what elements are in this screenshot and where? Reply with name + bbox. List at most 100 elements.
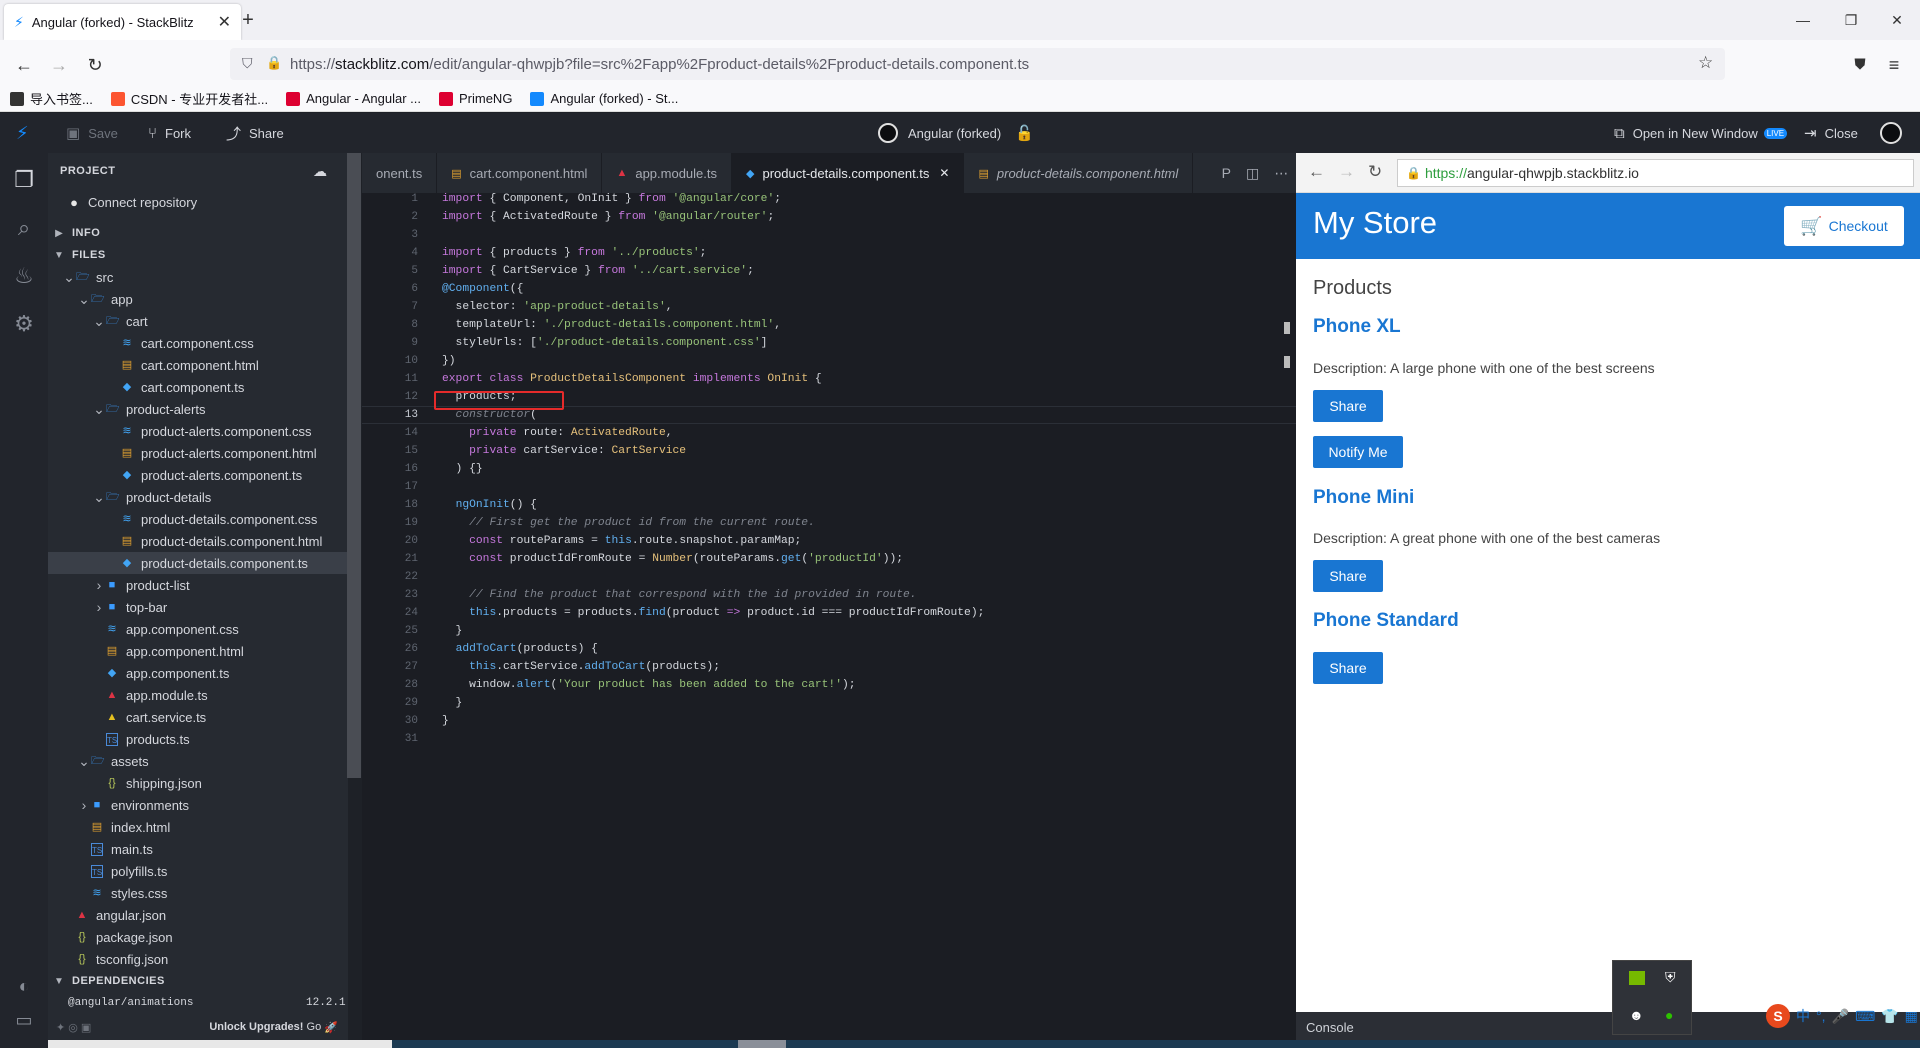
notify-me-button[interactable]: Notify Me <box>1313 436 1403 468</box>
file-tree-item[interactable]: ≋ product-alerts.component.css <box>48 420 348 442</box>
file-tree-item[interactable]: › ■ environments <box>48 794 348 816</box>
window-close-icon[interactable]: ✕ <box>1882 8 1912 32</box>
files-icon[interactable]: ❐ <box>0 160 48 200</box>
address-bar[interactable]: ⛉ 🔒 https://stackblitz.com/edit/angular-… <box>230 48 1725 80</box>
code-line[interactable]: templateUrl: './product-details.componen… <box>442 316 781 334</box>
code-line[interactable]: @Component({ <box>442 280 523 298</box>
file-tree-item[interactable]: ▲ app.module.ts <box>48 684 348 706</box>
bookmark-item[interactable]: PrimeNG <box>438 91 512 106</box>
search-icon[interactable]: ⌕ <box>0 208 48 248</box>
file-tree-item[interactable]: ⌄ 🗁 assets <box>48 750 348 772</box>
file-tree-item[interactable]: ⌄ 🗁 src <box>48 266 348 288</box>
code-line[interactable]: } <box>442 622 463 640</box>
wechat-icon[interactable]: ● <box>1665 1007 1673 1023</box>
reload-icon[interactable]: ↻ <box>1368 162 1382 182</box>
firebase-icon[interactable]: ♨ <box>0 256 48 296</box>
bookmark-star-icon[interactable]: ☆ <box>1698 53 1713 73</box>
connect-repository-button[interactable]: ● Connect repository <box>48 191 348 213</box>
file-tree-item[interactable]: ≋ app.component.css <box>48 618 348 640</box>
code-line[interactable]: private cartService: CartService <box>442 442 686 460</box>
code-line[interactable]: } <box>442 712 449 730</box>
more-icon[interactable]: ⋯ <box>1274 165 1288 182</box>
store-title[interactable]: My Store <box>1313 205 1437 241</box>
save-button[interactable]: ▣ Save <box>66 113 118 153</box>
file-tree-item[interactable]: ◆ cart.component.ts <box>48 376 348 398</box>
file-tree-item[interactable]: ◆ app.component.ts <box>48 662 348 684</box>
file-tree-item[interactable]: {} package.json <box>48 926 348 948</box>
minimize-icon[interactable]: — <box>1788 8 1818 32</box>
bookmark-item[interactable]: Angular - Angular ... <box>286 91 421 106</box>
file-tree-item[interactable]: ≋ cart.component.css <box>48 332 348 354</box>
file-tree-item[interactable]: ≋ styles.css <box>48 882 348 904</box>
file-tree-item[interactable]: TS main.ts <box>48 838 348 860</box>
file-tree-item[interactable]: TS products.ts <box>48 728 348 750</box>
file-tree-item[interactable]: › ■ top-bar <box>48 596 348 618</box>
horizontal-scrollbar[interactable] <box>48 1040 1920 1048</box>
back-icon[interactable]: ← <box>11 52 37 78</box>
browser-tab[interactable]: ⚡ Angular (forked) - StackBlitz ✕ <box>4 4 241 40</box>
stackblitz-logo-icon[interactable]: ⚡ <box>16 113 29 153</box>
forward-icon[interactable]: → <box>1338 162 1355 182</box>
code-line[interactable]: window.alert('Your product has been adde… <box>442 676 855 694</box>
new-tab-button[interactable]: + <box>236 8 260 32</box>
file-tree-item[interactable]: {} tsconfig.json <box>48 948 348 970</box>
code-line[interactable]: addToCart(products) { <box>442 640 598 658</box>
fork-button[interactable]: ⑂ Fork <box>148 113 191 153</box>
download-cloud-icon[interactable]: ☁ <box>313 163 327 180</box>
code-line[interactable]: } <box>442 694 463 712</box>
code-line[interactable]: // Find the product that correspond with… <box>442 586 916 604</box>
file-tree-item[interactable]: ≋ product-details.component.css <box>48 508 348 530</box>
files-section-header[interactable]: ▼ FILES <box>48 244 348 266</box>
editor-tab[interactable]: ▲ app.module.ts <box>602 153 733 193</box>
code-line[interactable]: import { CartService } from '../cart.ser… <box>442 262 754 280</box>
checkout-button[interactable]: 🛒 Checkout <box>1784 206 1904 246</box>
project-title[interactable]: Angular (forked) 🔓 <box>878 113 1034 153</box>
product-name-link[interactable]: Phone Standard <box>1313 610 1459 632</box>
file-tree-item[interactable]: ▤ app.component.html <box>48 640 348 662</box>
file-tree-item[interactable]: ▲ cart.service.ts <box>48 706 348 728</box>
file-tree-item[interactable]: ⌄ 🗁 app <box>48 288 348 310</box>
file-tree-item[interactable]: TS polyfills.ts <box>48 860 348 882</box>
bookmark-item[interactable]: CSDN - 专业开发者社... <box>110 89 268 108</box>
qq-icon[interactable]: ☻ <box>1629 1007 1644 1023</box>
code-line[interactable]: selector: 'app-product-details', <box>442 298 673 316</box>
bookmark-item[interactable]: 导入书签... <box>10 89 93 108</box>
code-line[interactable]: this.cartService.addToCart(products); <box>442 658 720 676</box>
editor-tab[interactable]: onent.ts <box>362 153 438 193</box>
file-tree-item[interactable]: {} shipping.json <box>48 772 348 794</box>
settings-gear-icon[interactable]: ⚙ <box>0 304 48 344</box>
back-icon[interactable]: ← <box>1308 162 1325 182</box>
file-tree-item[interactable]: › ■ product-list <box>48 574 348 596</box>
code-line[interactable]: private route: ActivatedRoute, <box>442 424 672 442</box>
file-tree-item[interactable]: ▤ index.html <box>48 816 348 838</box>
unlock-icon[interactable]: 🔓 <box>1015 124 1034 142</box>
file-tree-item[interactable]: ◆ product-alerts.component.ts <box>48 464 348 486</box>
code-line[interactable]: this.products = products.find(product =>… <box>442 604 984 622</box>
split-editor-icon[interactable]: ◫ <box>1246 165 1259 182</box>
share-button[interactable]: ⤴ Share <box>226 113 284 153</box>
file-tree-item[interactable]: ⌄ 🗁 cart <box>48 310 348 332</box>
open-new-window-button[interactable]: ⧉ Open in New Window LIVE <box>1614 113 1788 153</box>
user-avatar[interactable] <box>1880 113 1902 153</box>
file-tree-item[interactable]: ▤ product-details.component.html <box>48 530 348 552</box>
restore-icon[interactable]: ❐ <box>1836 8 1866 32</box>
forward-icon[interactable]: → <box>46 52 72 78</box>
product-name-link[interactable]: Phone Mini <box>1313 487 1414 509</box>
code-line[interactable]: }) <box>442 352 456 370</box>
file-tree-item[interactable]: ⌄ 🗁 product-details <box>48 486 348 508</box>
preview-icon[interactable]: P <box>1222 165 1231 181</box>
code-line[interactable]: import { Component, OnInit } from '@angu… <box>442 190 781 208</box>
code-line[interactable]: import { products } from '../products'; <box>442 244 706 262</box>
code-line[interactable]: ) {} <box>442 460 483 478</box>
menu-icon[interactable]: ≡ <box>1881 52 1907 78</box>
close-preview-button[interactable]: ⇥ Close <box>1804 113 1858 153</box>
editor-tab[interactable]: ◆ product-details.component.ts ✕ <box>732 153 965 193</box>
info-section-header[interactable]: ▶ INFO <box>48 222 348 244</box>
file-tree-item[interactable]: ▲ angular.json <box>48 904 348 926</box>
security-icon[interactable]: ⛨ <box>1665 969 1676 986</box>
code-line[interactable]: import { ActivatedRoute } from '@angular… <box>442 208 774 226</box>
close-tab-icon[interactable]: ✕ <box>939 166 949 180</box>
share-button[interactable]: Share <box>1313 652 1383 684</box>
code-line[interactable]: styleUrls: ['./product-details.component… <box>442 334 768 352</box>
nvidia-icon[interactable] <box>1629 971 1645 985</box>
